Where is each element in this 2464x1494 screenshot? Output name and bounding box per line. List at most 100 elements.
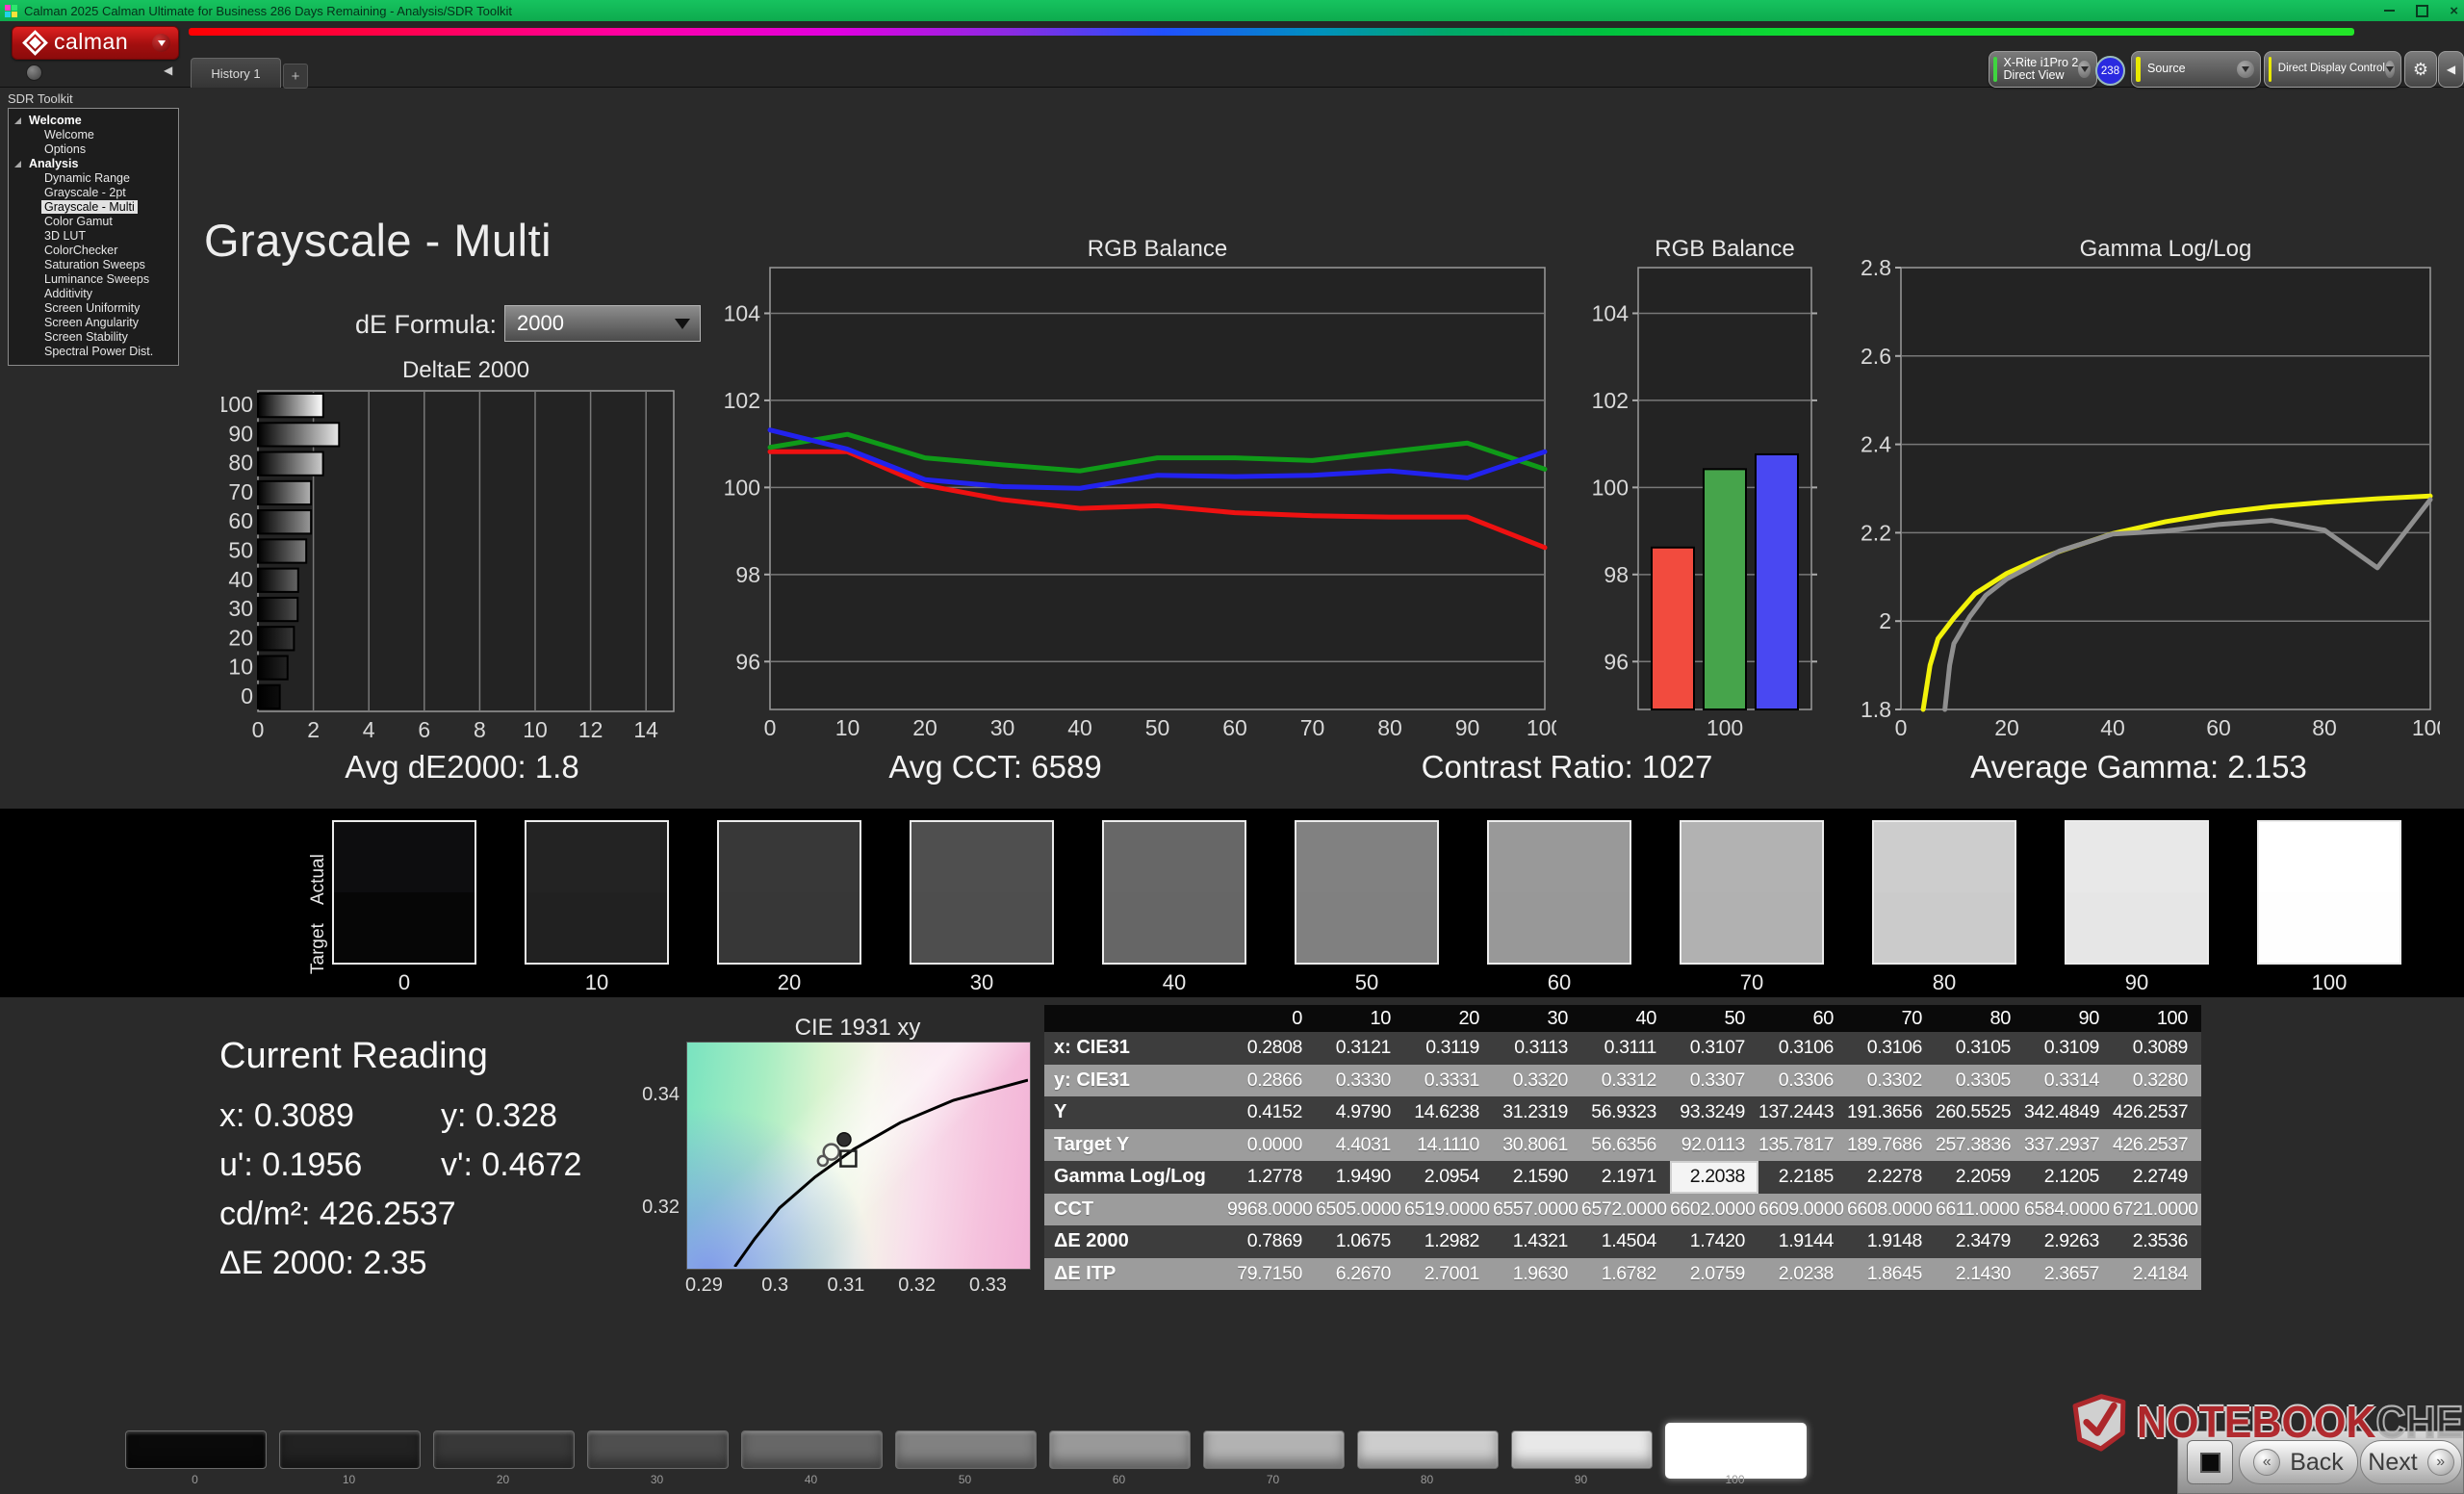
table-cell[interactable]: 1.6782 xyxy=(1581,1257,1670,1290)
table-cell[interactable]: 135.7817 xyxy=(1758,1128,1847,1161)
table-cell[interactable]: 14.1110 xyxy=(1404,1128,1493,1161)
table-cell[interactable]: 2.7001 xyxy=(1404,1257,1493,1290)
table-cell[interactable]: 2.1430 xyxy=(1936,1257,2024,1290)
table-cell[interactable]: 1.4504 xyxy=(1581,1225,1670,1258)
add-tab-button[interactable]: + xyxy=(283,64,308,89)
table-cell[interactable]: 0.3312 xyxy=(1581,1064,1670,1096)
table-cell[interactable]: 1.9630 xyxy=(1493,1257,1581,1290)
table-cell[interactable]: 0.3109 xyxy=(2024,1032,2113,1065)
table-cell[interactable]: 2.1590 xyxy=(1493,1161,1581,1194)
table-cell[interactable]: 6.2670 xyxy=(1316,1257,1404,1290)
table-cell[interactable]: 0.3106 xyxy=(1758,1032,1847,1065)
tab-history-1[interactable]: History 1 xyxy=(191,58,281,88)
table-cell[interactable]: 2.2185 xyxy=(1758,1161,1847,1194)
table-cell[interactable]: 30.8061 xyxy=(1493,1128,1581,1161)
close-icon[interactable]: × xyxy=(2450,4,2458,18)
table-cell[interactable]: 0.3105 xyxy=(1936,1032,2024,1065)
table-cell[interactable]: 6519.0000 xyxy=(1404,1193,1493,1225)
table-cell[interactable]: 6721.0000 xyxy=(2113,1193,2201,1225)
table-cell[interactable]: 191.3656 xyxy=(1847,1096,1936,1129)
table-cell[interactable]: 1.9144 xyxy=(1758,1225,1847,1258)
pattern-button-70[interactable] xyxy=(1203,1430,1345,1469)
table-cell[interactable]: 0.3113 xyxy=(1493,1032,1581,1065)
maximize-icon[interactable] xyxy=(2416,4,2429,17)
table-cell[interactable]: 0.2866 xyxy=(1227,1064,1316,1096)
sidebar-item-colorchecker[interactable]: ColorChecker xyxy=(9,244,178,258)
table-cell[interactable]: 2.3479 xyxy=(1936,1225,2024,1258)
table-cell[interactable]: 1.8645 xyxy=(1847,1257,1936,1290)
sidebar-item-3d-lut[interactable]: 3D LUT xyxy=(9,229,178,244)
sidebar-item-spectral-power-dist-[interactable]: Spectral Power Dist. xyxy=(9,345,178,359)
source-dropdown[interactable]: Source xyxy=(2131,51,2261,88)
table-cell[interactable]: 426.2537 xyxy=(2113,1096,2201,1129)
table-cell[interactable]: 0.3089 xyxy=(2113,1032,2201,1065)
table-cell[interactable]: 2.2038 xyxy=(1670,1161,1758,1194)
table-cell[interactable]: 0.4152 xyxy=(1227,1096,1316,1129)
sidebar-item-screen-stability[interactable]: Screen Stability xyxy=(9,330,178,345)
de-formula-select[interactable]: 2000 xyxy=(504,305,701,342)
table-cell[interactable]: 1.2778 xyxy=(1227,1161,1316,1194)
pattern-button-50[interactable] xyxy=(895,1430,1037,1469)
sidebar-item-saturation-sweeps[interactable]: Saturation Sweeps xyxy=(9,258,178,272)
sidebar-item-grayscale-2pt[interactable]: Grayscale - 2pt xyxy=(9,186,178,200)
tree-expander-icon[interactable] xyxy=(14,161,21,167)
sidebar-item-welcome[interactable]: Welcome xyxy=(9,114,178,128)
table-cell[interactable]: 4.4031 xyxy=(1316,1128,1404,1161)
sidebar-item-options[interactable]: Options xyxy=(9,142,178,157)
table-cell[interactable]: 0.7869 xyxy=(1227,1225,1316,1258)
table-cell[interactable]: 9968.0000 xyxy=(1227,1193,1316,1225)
table-cell[interactable]: 0.3111 xyxy=(1581,1032,1670,1065)
table-cell[interactable]: 92.0113 xyxy=(1670,1128,1758,1161)
sidebar-item-screen-uniformity[interactable]: Screen Uniformity xyxy=(9,301,178,316)
table-cell[interactable]: 4.9790 xyxy=(1316,1096,1404,1129)
table-cell[interactable]: 1.0675 xyxy=(1316,1225,1404,1258)
table-cell[interactable]: 6611.0000 xyxy=(1936,1193,2024,1225)
table-cell[interactable]: 0.3330 xyxy=(1316,1064,1404,1096)
table-cell[interactable]: 56.6356 xyxy=(1581,1128,1670,1161)
display-control-dropdown[interactable]: Direct Display Control xyxy=(2264,51,2401,88)
table-cell[interactable]: 0.2808 xyxy=(1227,1032,1316,1065)
meter-count-badge[interactable]: 238 xyxy=(2095,56,2125,86)
sidebar-item-additivity[interactable]: Additivity xyxy=(9,287,178,301)
sidebar-item-grayscale-multi[interactable]: Grayscale - Multi xyxy=(9,200,178,215)
table-cell[interactable]: 1.4321 xyxy=(1493,1225,1581,1258)
table-cell[interactable]: 0.0000 xyxy=(1227,1128,1316,1161)
table-cell[interactable]: 1.9148 xyxy=(1847,1225,1936,1258)
table-cell[interactable]: 1.9490 xyxy=(1316,1161,1404,1194)
table-cell[interactable]: 426.2537 xyxy=(2113,1128,2201,1161)
tree-expander-icon[interactable] xyxy=(14,117,21,124)
pattern-button-10[interactable] xyxy=(279,1430,421,1469)
pattern-button-60[interactable] xyxy=(1049,1430,1191,1469)
minimize-icon[interactable] xyxy=(2384,10,2396,12)
table-cell[interactable]: 6572.0000 xyxy=(1581,1193,1670,1225)
table-cell[interactable]: 0.3106 xyxy=(1847,1032,1936,1065)
table-cell[interactable]: 0.3280 xyxy=(2113,1064,2201,1096)
table-cell[interactable]: 2.2059 xyxy=(1936,1161,2024,1194)
table-cell[interactable]: 257.3836 xyxy=(1936,1128,2024,1161)
table-cell[interactable]: 189.7686 xyxy=(1847,1128,1936,1161)
calman-menu-button[interactable]: calman xyxy=(12,26,179,60)
settings-button[interactable]: ⚙ xyxy=(2404,51,2437,88)
table-cell[interactable]: 0.3307 xyxy=(1670,1064,1758,1096)
sidebar-item-luminance-sweeps[interactable]: Luminance Sweeps xyxy=(9,272,178,287)
brand-dropdown-icon[interactable] xyxy=(152,34,170,52)
table-cell[interactable]: 0.3119 xyxy=(1404,1032,1493,1065)
pattern-button-0[interactable] xyxy=(125,1430,267,1469)
table-cell[interactable]: 6609.0000 xyxy=(1758,1193,1847,1225)
table-cell[interactable]: 0.3305 xyxy=(1936,1064,2024,1096)
sidebar-collapse-icon[interactable]: ◀ xyxy=(164,64,172,77)
table-cell[interactable]: 2.1205 xyxy=(2024,1161,2113,1194)
table-cell[interactable]: 0.3306 xyxy=(1758,1064,1847,1096)
pattern-button-90[interactable] xyxy=(1511,1430,1653,1469)
table-cell[interactable]: 2.1971 xyxy=(1581,1161,1670,1194)
table-cell[interactable]: 0.3121 xyxy=(1316,1032,1404,1065)
sidebar-item-dynamic-range[interactable]: Dynamic Range xyxy=(9,171,178,186)
table-cell[interactable]: 6584.0000 xyxy=(2024,1193,2113,1225)
table-cell[interactable]: 0.3331 xyxy=(1404,1064,1493,1096)
sidebar-item-welcome[interactable]: Welcome xyxy=(9,128,178,142)
table-cell[interactable]: 79.7150 xyxy=(1227,1257,1316,1290)
table-cell[interactable]: 260.5525 xyxy=(1936,1096,2024,1129)
table-cell[interactable]: 2.2749 xyxy=(2113,1161,2201,1194)
panel-collapse-button[interactable]: ◀ xyxy=(2438,51,2464,88)
pattern-button-30[interactable] xyxy=(587,1430,729,1469)
